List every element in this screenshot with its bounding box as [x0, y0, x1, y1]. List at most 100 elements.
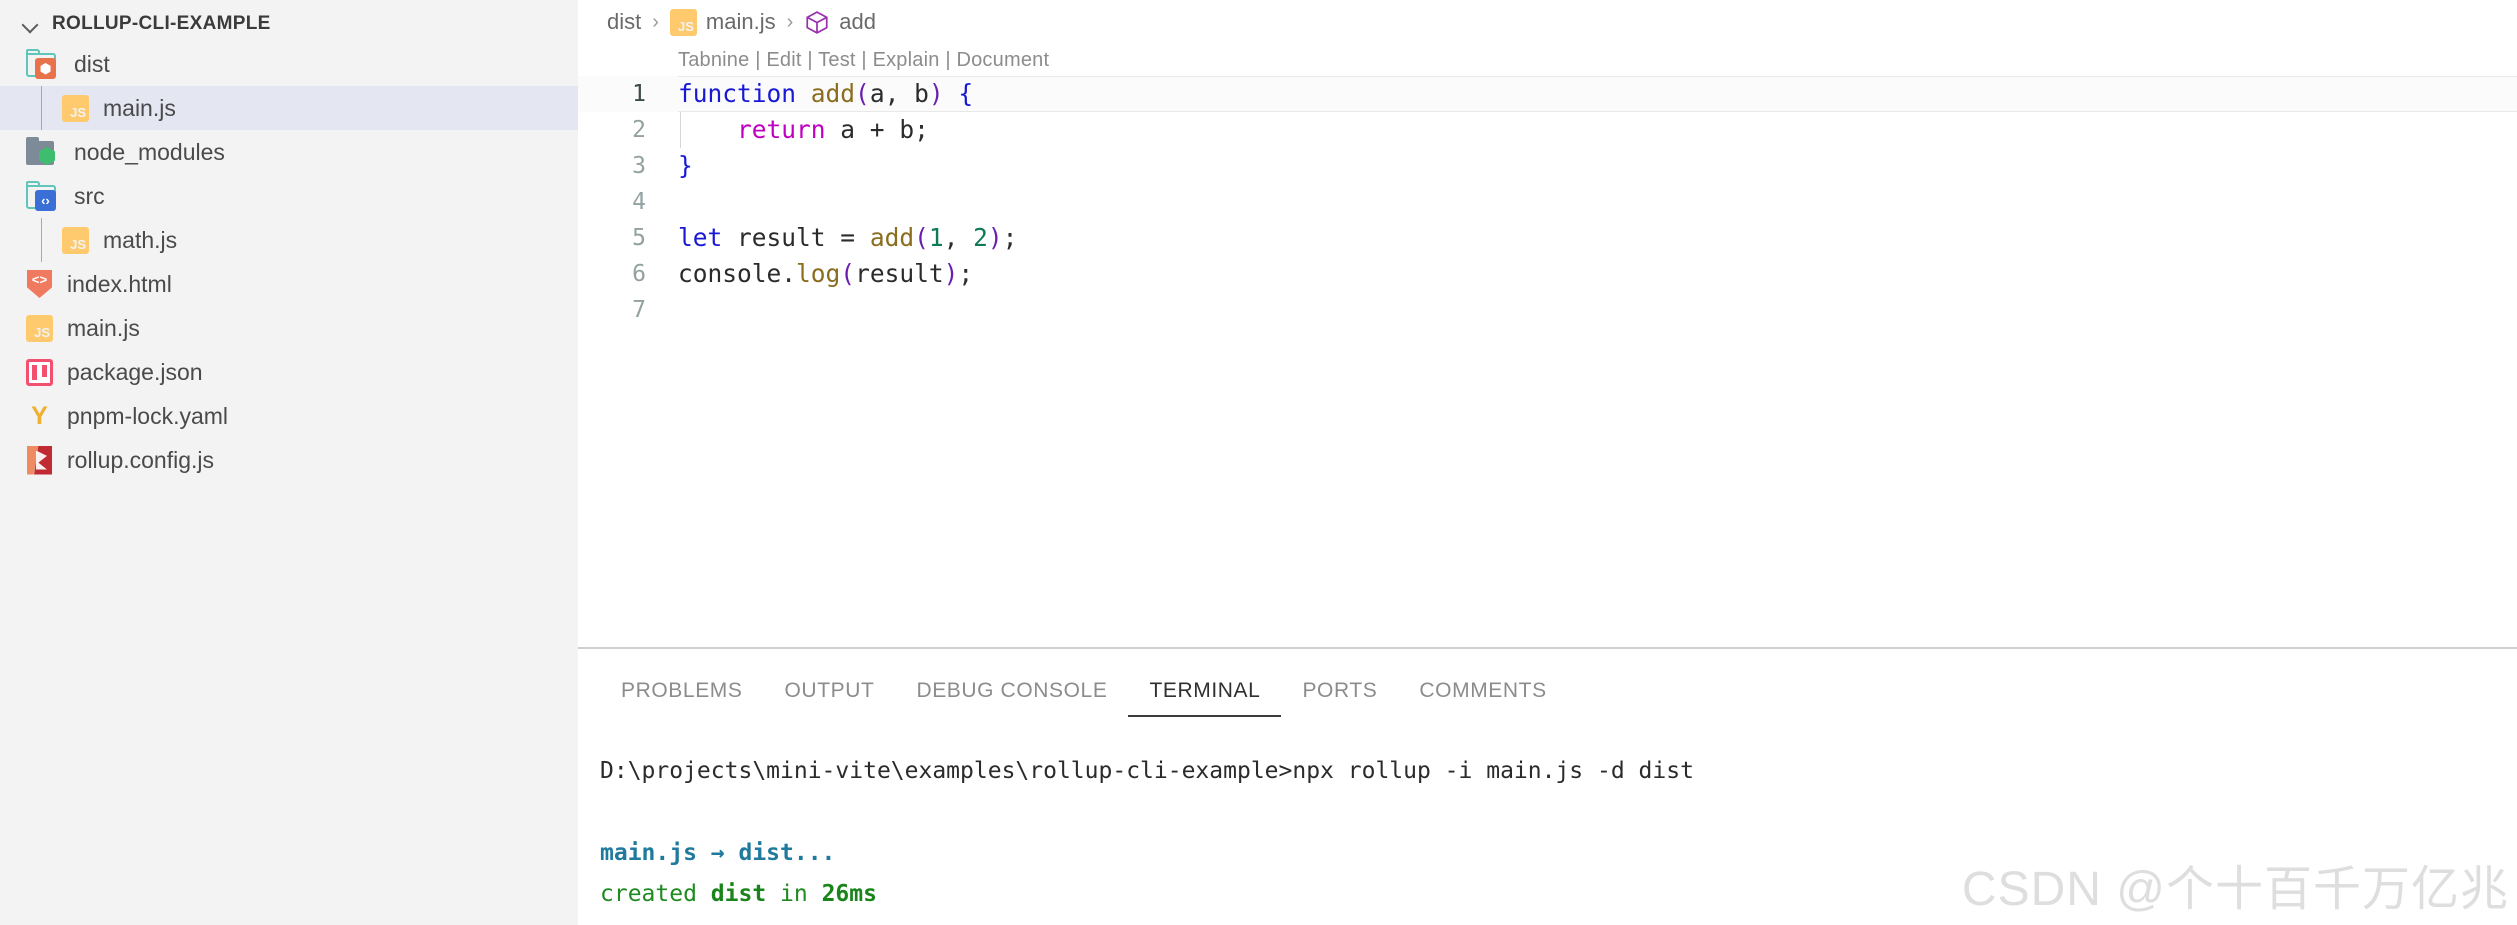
panel-tab-problems[interactable]: PROBLEMS [600, 649, 764, 717]
code-text: let result = add(1, 2); [662, 220, 1017, 256]
code-token: + [869, 115, 885, 144]
panel-tab-debug-console[interactable]: DEBUG CONSOLE [895, 649, 1128, 717]
codelens-text[interactable]: Tabnine | Edit | Test | Explain | Docume… [678, 49, 1049, 72]
line-number: 1 [632, 81, 646, 107]
code-token: b [914, 79, 929, 108]
folder-dist-icon: ⬢ [26, 49, 60, 79]
panel-tab-label: PORTS [1302, 679, 1378, 702]
code-line[interactable]: 6 console.log(result); [578, 256, 2517, 292]
code-token: ; [1002, 223, 1018, 252]
line-number: 5 [632, 225, 646, 251]
code-token: , [943, 223, 959, 252]
code-line[interactable]: 3} [578, 148, 2517, 184]
explorer-sidebar: ROLLUP-CLI-EXAMPLE ⬢ dist JS main.js node_mo… [0, 0, 578, 925]
tree-item-label: main.js [103, 94, 176, 121]
code-token: return [737, 115, 826, 144]
panel-tab-label: PROBLEMS [621, 679, 743, 702]
code-token: . [781, 259, 797, 288]
panel-tab-ports[interactable]: PORTS [1281, 649, 1398, 717]
terminal-line: D:\projects\mini-vite\examples\rollup-cl… [600, 751, 2517, 792]
explorer-root-folder[interactable]: ROLLUP-CLI-EXAMPLE [0, 6, 578, 42]
vscode-window: ROLLUP-CLI-EXAMPLE ⬢ dist JS main.js node_mo… [0, 0, 2517, 925]
code-editor[interactable]: dist › JS main.js › add Tabnine | Edit | Test… [578, 0, 2517, 647]
tree-item-package-json[interactable]: package.json [0, 350, 578, 394]
code-token: = [840, 223, 856, 252]
tree-item-label: main.js [67, 314, 140, 341]
code-token: ) [928, 79, 944, 108]
terminal-span: main.js → dist... [600, 840, 836, 866]
tree-item-label: package.json [67, 358, 203, 385]
breadcrumb: dist › JS main.js › add [578, 0, 2517, 44]
code-token: , [884, 79, 900, 108]
panel-tab-label: TERMINAL [1149, 679, 1261, 702]
breadcrumb-item-dist[interactable]: dist [607, 9, 641, 35]
code-token: result [722, 223, 841, 252]
tree-item-rollup-config-js[interactable]: rollup.config.js [0, 438, 578, 482]
tree-item-node-modules[interactable]: node_modules [0, 130, 578, 174]
breadcrumb-item-main-js[interactable]: JS main.js [669, 8, 776, 36]
tree-item-main-js[interactable]: JS main.js [0, 306, 578, 350]
code-token: function [678, 79, 797, 108]
code-token: { [958, 79, 974, 108]
tree-item-index-html[interactable]: <> index.html [0, 262, 578, 306]
code-token: console [678, 259, 782, 288]
line-number: 2 [632, 117, 646, 143]
code-line[interactable]: 4 [578, 184, 2517, 220]
code-line[interactable]: 7 [578, 292, 2517, 328]
breadcrumb-item-add[interactable]: add [804, 9, 876, 36]
code-token: a [869, 79, 885, 108]
panel-tab-label: COMMENTS [1419, 679, 1547, 702]
code-line[interactable]: 5 let result = add(1, 2); [578, 220, 2517, 256]
rollup-file-icon [26, 445, 53, 475]
tree-item-label: index.html [67, 270, 172, 297]
yaml-file-icon: Y [31, 401, 48, 430]
panel-tab-label: DEBUG CONSOLE [916, 679, 1108, 702]
symbol-cube-icon [804, 9, 830, 36]
explorer-root-label: ROLLUP-CLI-EXAMPLE [52, 13, 271, 34]
js-file-icon: JS [62, 94, 89, 122]
indent-guide [680, 112, 681, 148]
tree-item-main-js[interactable]: JS main.js [0, 86, 578, 130]
terminal-span: in [766, 881, 822, 907]
tree-item-label: node_modules [74, 138, 225, 165]
tree-item-label: rollup.config.js [67, 446, 215, 473]
code-line[interactable]: 1 function add(a, b) { [578, 76, 2517, 112]
codelens-tabnine[interactable]: Tabnine | Edit | Test | Explain | Docume… [578, 44, 2517, 76]
terminal-span: dist [710, 881, 767, 907]
tree-item-src[interactable]: ‹› src [0, 174, 578, 218]
code-line[interactable]: 2 return a + b; [578, 112, 2517, 148]
code-token: ) [943, 259, 959, 288]
terminal-line: main.js → dist... [600, 833, 2517, 874]
panel-tab-output[interactable]: OUTPUT [764, 649, 896, 717]
breadcrumb-item-label: main.js [705, 9, 776, 34]
tree-item-label: dist [74, 50, 110, 77]
code-token: ; [958, 259, 974, 288]
tree-item-pnpm-lock-yaml[interactable]: Ypnpm-lock.yaml [0, 394, 578, 438]
code-token: ( [840, 259, 856, 288]
code-token: a [825, 115, 870, 144]
indent-guide [41, 218, 42, 262]
tree-item-dist[interactable]: ⬢ dist [0, 42, 578, 86]
code-token: } [678, 151, 693, 180]
bottom-panel: PROBLEMS OUTPUT DEBUG CONSOLE TERMINAL PORTS… [578, 647, 2517, 925]
panel-tab-label: OUTPUT [784, 679, 875, 702]
code-text: function add(a, b) { [662, 76, 973, 112]
code-token: log [796, 259, 841, 288]
breadcrumb-item-label: add [839, 9, 876, 34]
tree-item-label: pnpm-lock.yaml [67, 402, 229, 429]
breadcrumb-item-label: dist [607, 9, 642, 34]
chevron-down-icon[interactable] [20, 13, 42, 35]
terminal-output[interactable]: D:\projects\mini-vite\examples\rollup-cl… [578, 717, 2517, 915]
line-number: 4 [632, 189, 646, 215]
tree-item-math-js[interactable]: JS math.js [0, 218, 578, 262]
panel-tab-comments[interactable]: COMMENTS [1398, 649, 1567, 717]
panel-tab-terminal[interactable]: TERMINAL [1128, 649, 1282, 717]
code-content[interactable]: 1 function add(a, b) {2 return a + b; 3} 4 5… [578, 76, 2517, 328]
html-file-icon: <> [26, 269, 53, 299]
code-token: add [869, 223, 915, 252]
code-text: console.log(result); [662, 256, 973, 292]
